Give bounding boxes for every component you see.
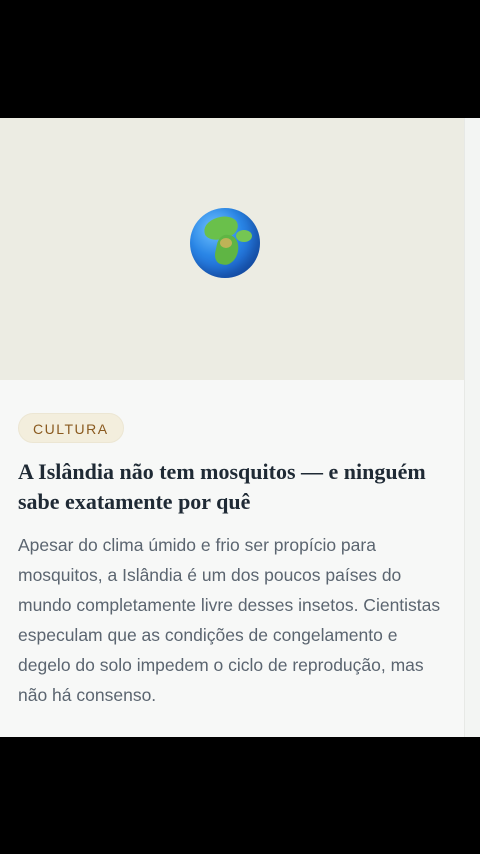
article-excerpt: Apesar do clima úmido e frio ser propíci… <box>18 535 441 705</box>
article-content: CULTURA A Islândia não tem mosquitos — e… <box>18 413 448 710</box>
article-title[interactable]: A Islândia não tem mosquitos — e ninguém… <box>18 457 438 517</box>
article-card[interactable]: CULTURA A Islândia não tem mosquitos — e… <box>0 118 464 737</box>
top-black-bar <box>0 0 480 118</box>
article-image <box>0 118 464 380</box>
category-badge[interactable]: CULTURA <box>18 413 124 443</box>
next-card-edge <box>464 118 480 737</box>
article-viewport[interactable]: CULTURA A Islândia não tem mosquitos — e… <box>0 118 480 737</box>
bottom-black-bar <box>0 737 480 854</box>
globe-icon <box>190 208 260 278</box>
